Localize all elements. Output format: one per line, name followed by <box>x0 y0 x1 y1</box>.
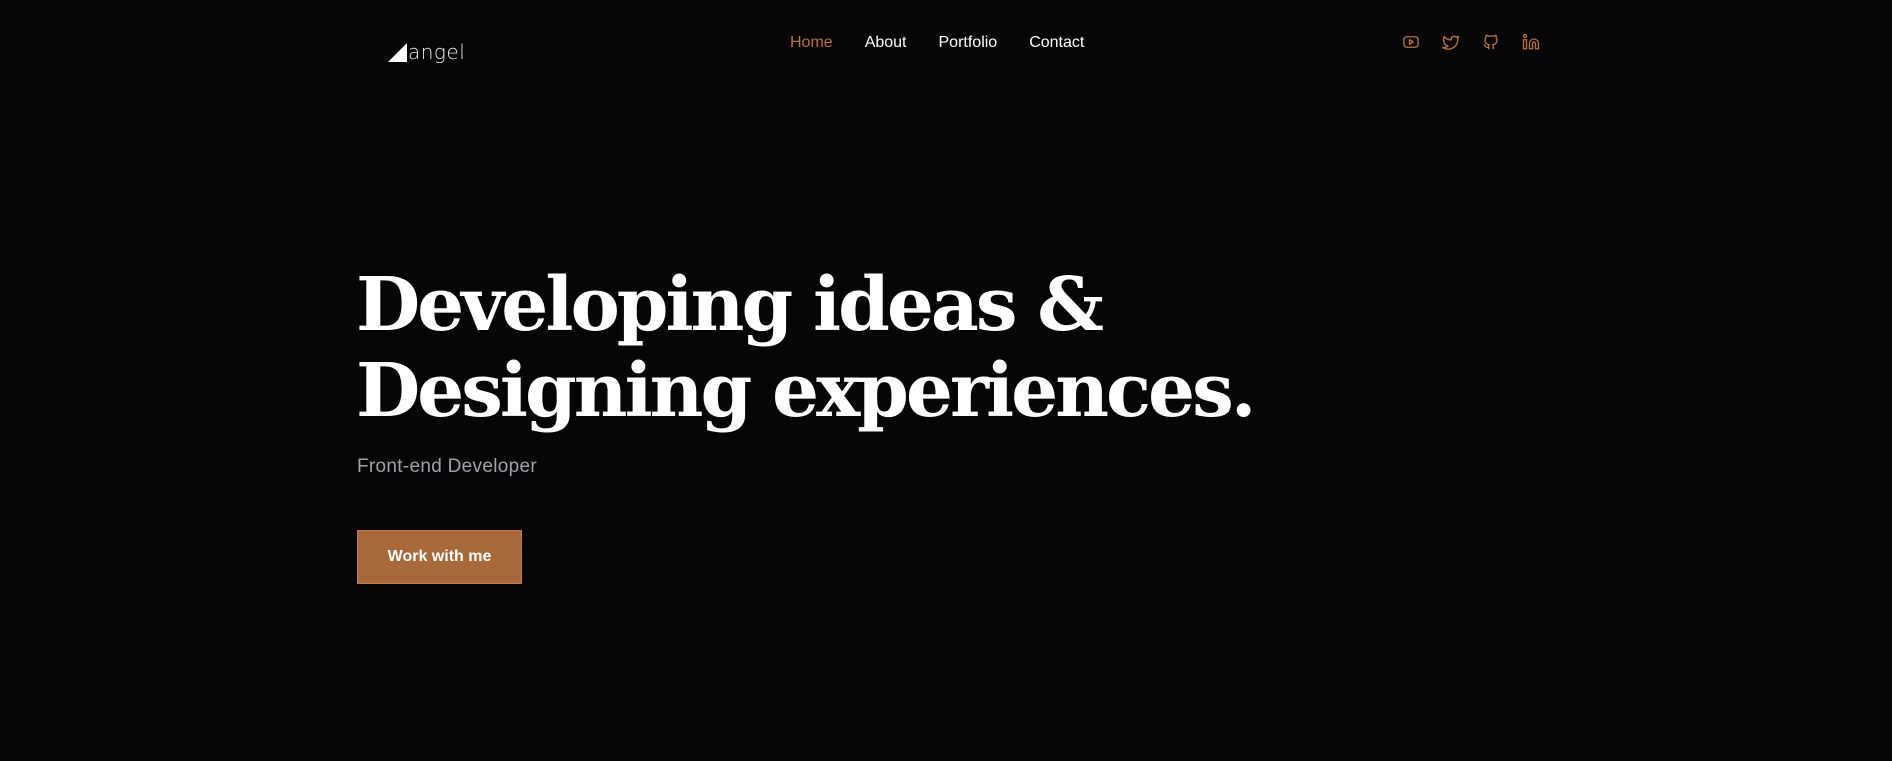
hero-title: Developing ideas & Designing experiences… <box>356 262 1257 434</box>
nav-item-portfolio[interactable]: Portfolio <box>939 32 998 54</box>
logo[interactable]: angel <box>387 36 465 62</box>
logo-text: angel <box>408 40 466 64</box>
hero-title-line-1: Developing ideas & <box>356 262 1104 348</box>
nav-item-about[interactable]: About <box>865 32 907 54</box>
hero-title-line-2: Designing experiences. <box>356 348 1257 434</box>
work-with-me-button[interactable]: Work with me <box>357 530 522 584</box>
social-links <box>1402 33 1540 51</box>
main-nav: Home About Portfolio Contact <box>790 32 1084 54</box>
nav-item-home[interactable]: Home <box>790 32 833 54</box>
linkedin-icon[interactable] <box>1522 33 1540 51</box>
logo-triangle-icon <box>388 43 407 62</box>
twitter-icon[interactable] <box>1442 33 1460 51</box>
github-icon[interactable] <box>1482 33 1500 51</box>
nav-item-contact[interactable]: Contact <box>1029 32 1084 54</box>
youtube-icon[interactable] <box>1402 33 1420 51</box>
hero-subtitle: Front-end Developer <box>357 456 537 477</box>
page: angel Home About Portfolio Contact Devel… <box>0 0 1892 761</box>
